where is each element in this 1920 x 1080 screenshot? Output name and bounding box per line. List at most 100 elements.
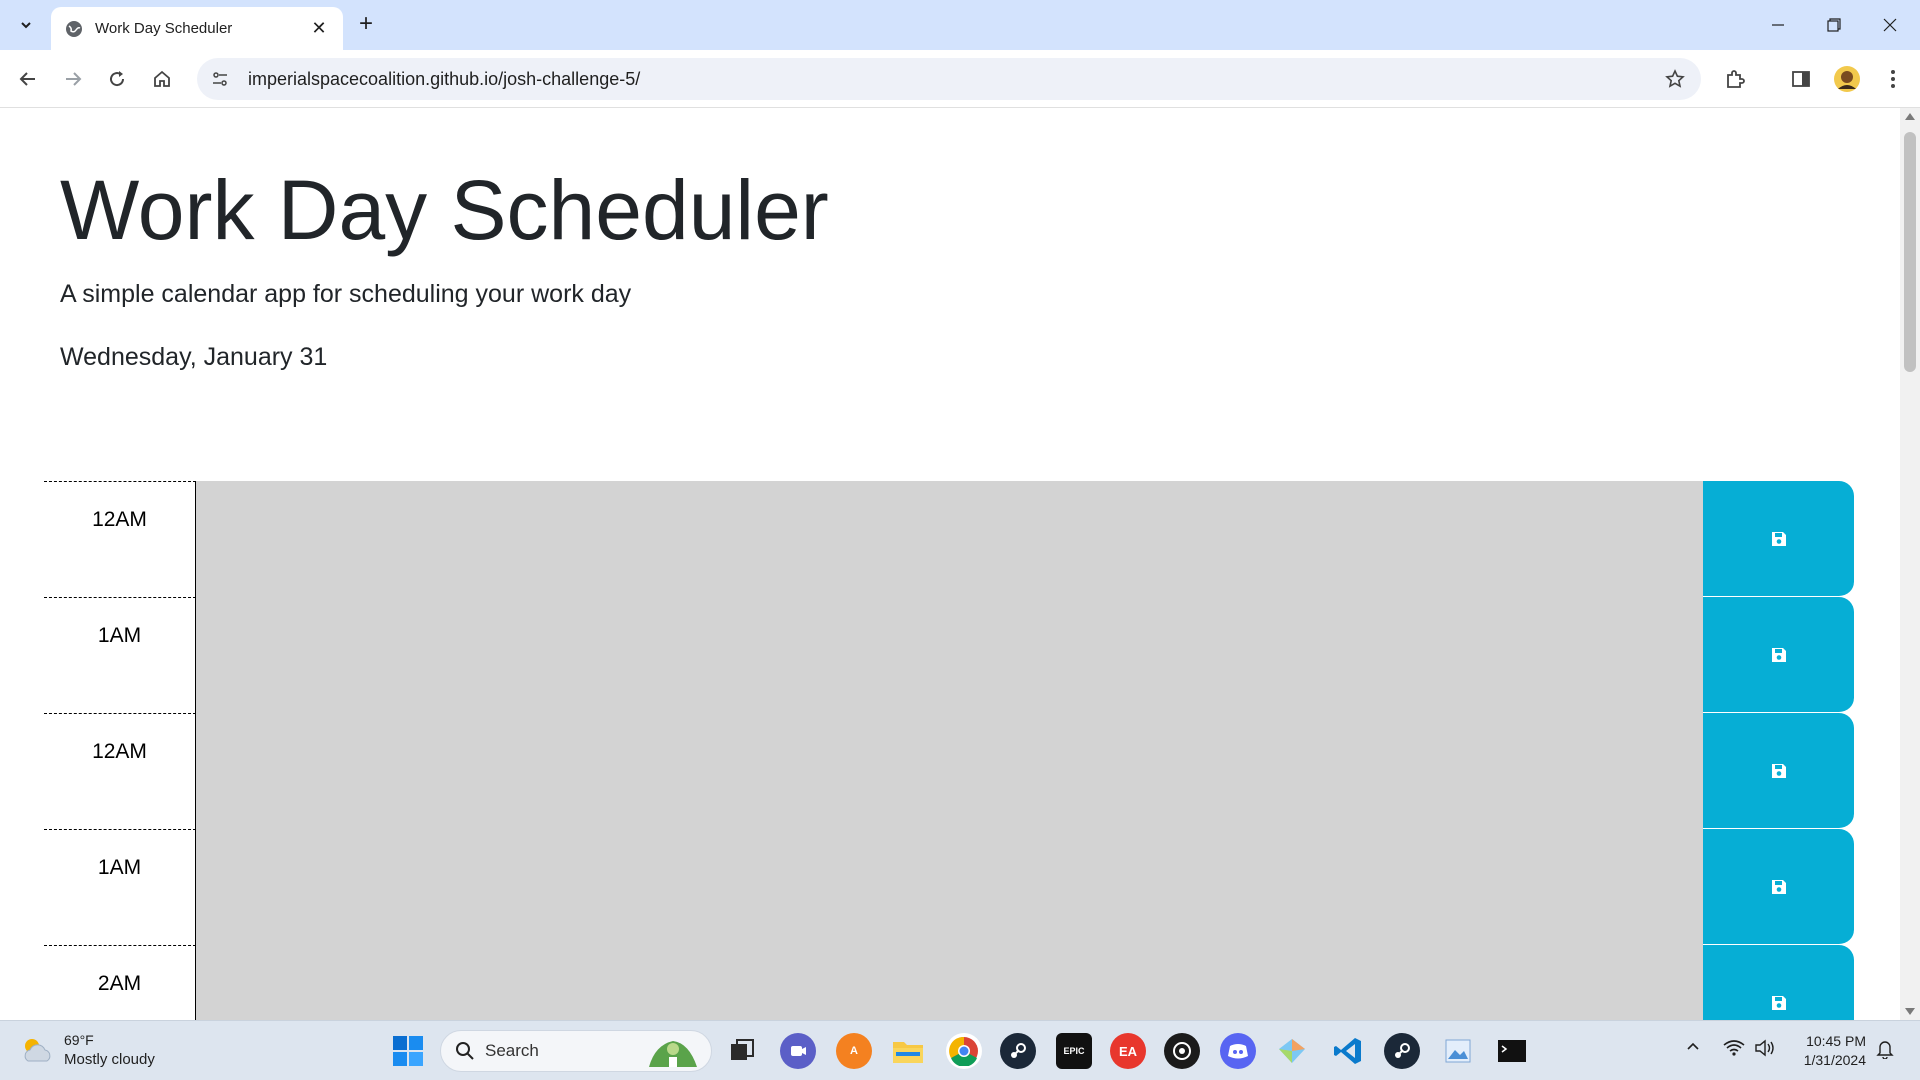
home-icon bbox=[154, 70, 170, 87]
floppy-disk-icon bbox=[1771, 879, 1786, 894]
page-scrollbar[interactable] bbox=[1900, 108, 1920, 1020]
time-block-row: 1AM bbox=[44, 597, 1854, 713]
save-button[interactable] bbox=[1703, 597, 1854, 713]
tab-search-button[interactable] bbox=[9, 9, 43, 41]
save-button[interactable] bbox=[1703, 481, 1854, 597]
browser-tab[interactable]: Work Day Scheduler ✕ bbox=[51, 7, 343, 50]
show-hidden-icons-chevron-icon[interactable] bbox=[1686, 1039, 1700, 1058]
weather-temperature: 69°F bbox=[64, 1032, 94, 1048]
scroll-down-arrow-icon[interactable] bbox=[1905, 1008, 1915, 1015]
search-highlight-icon bbox=[649, 1041, 697, 1067]
taskbar-search[interactable]: Search bbox=[440, 1030, 712, 1072]
weather-condition: Mostly cloudy bbox=[64, 1051, 155, 1068]
clock-time: 10:45 PM bbox=[1806, 1033, 1866, 1049]
search-label: Search bbox=[485, 1041, 539, 1060]
time-block-list: 12AM 1AM 12AM 1AM 2AM bbox=[44, 481, 1854, 1020]
floppy-disk-icon bbox=[1771, 763, 1786, 778]
browser-toolbar: imperialspacecoalition.github.io/josh-ch… bbox=[0, 50, 1920, 108]
file-explorer-icon[interactable] bbox=[890, 1033, 926, 1069]
hour-label: 1AM bbox=[44, 597, 196, 713]
page-title: Work Day Scheduler bbox=[60, 163, 829, 257]
wifi-icon[interactable] bbox=[1723, 1039, 1745, 1062]
volume-icon[interactable] bbox=[1754, 1039, 1776, 1062]
event-description-input[interactable] bbox=[196, 829, 1703, 945]
search-icon bbox=[456, 1042, 474, 1060]
epic-games-icon[interactable]: EPIC bbox=[1056, 1033, 1092, 1069]
event-description-input[interactable] bbox=[196, 597, 1703, 713]
vscode-icon[interactable] bbox=[1330, 1033, 1366, 1069]
new-tab-button[interactable]: + bbox=[352, 10, 380, 38]
steam-icon[interactable] bbox=[1000, 1033, 1036, 1069]
event-description-input[interactable] bbox=[196, 481, 1703, 597]
restore-button[interactable] bbox=[1806, 0, 1862, 50]
start-button[interactable] bbox=[392, 1035, 424, 1072]
image-viewer-icon[interactable] bbox=[1440, 1033, 1476, 1069]
time-block-row: 12AM bbox=[44, 481, 1854, 597]
discord-icon[interactable] bbox=[1220, 1033, 1256, 1069]
reload-icon bbox=[110, 71, 125, 87]
notification-bell-icon[interactable] bbox=[1876, 1039, 1894, 1064]
time-block-row: 12AM bbox=[44, 713, 1854, 829]
chevron-down-icon bbox=[21, 22, 31, 29]
bookmark-star-icon[interactable] bbox=[1663, 67, 1687, 91]
task-view-icon[interactable] bbox=[724, 1033, 760, 1069]
floppy-disk-icon bbox=[1771, 647, 1786, 662]
floppy-disk-icon bbox=[1771, 995, 1786, 1010]
hour-label: 12AM bbox=[44, 713, 196, 829]
minimize-button[interactable] bbox=[1750, 0, 1806, 50]
teams-chat-icon[interactable] bbox=[780, 1033, 816, 1069]
side-panel-button[interactable] bbox=[1783, 61, 1819, 97]
save-button[interactable] bbox=[1703, 829, 1854, 945]
side-panel-icon bbox=[1792, 71, 1810, 87]
tab-title: Work Day Scheduler bbox=[95, 20, 233, 37]
site-info-icon[interactable] bbox=[205, 64, 235, 94]
gem-app-icon[interactable] bbox=[1274, 1033, 1310, 1069]
back-button[interactable] bbox=[10, 61, 46, 97]
time-block-row: 2AM bbox=[44, 945, 1854, 1020]
floppy-disk-icon bbox=[1771, 531, 1786, 546]
scroll-up-arrow-icon[interactable] bbox=[1905, 113, 1915, 120]
avatar-icon bbox=[1834, 66, 1860, 92]
system-clock[interactable]: 10:45 PM 1/31/2024 bbox=[1796, 1032, 1866, 1070]
scrollbar-thumb[interactable] bbox=[1904, 132, 1916, 372]
browser-menu-button[interactable] bbox=[1875, 61, 1911, 97]
current-day: Wednesday, January 31 bbox=[60, 343, 328, 371]
avast-icon[interactable]: A bbox=[836, 1033, 872, 1069]
event-description-input[interactable] bbox=[196, 945, 1703, 1020]
chrome-icon[interactable] bbox=[946, 1033, 982, 1069]
close-window-button[interactable] bbox=[1862, 0, 1918, 50]
address-bar[interactable]: imperialspacecoalition.github.io/josh-ch… bbox=[197, 58, 1701, 100]
puzzle-icon bbox=[1727, 70, 1745, 88]
hour-label: 1AM bbox=[44, 829, 196, 945]
minimize-icon bbox=[1772, 24, 1784, 26]
forward-button[interactable] bbox=[55, 61, 91, 97]
arrow-left-icon bbox=[19, 72, 35, 86]
globe-icon bbox=[66, 20, 82, 37]
kebab-menu-icon bbox=[1891, 70, 1895, 88]
home-button[interactable] bbox=[144, 61, 180, 97]
clock-date: 1/31/2024 bbox=[1803, 1052, 1866, 1068]
hour-label: 2AM bbox=[44, 945, 196, 1020]
time-block-row: 1AM bbox=[44, 829, 1854, 945]
save-button[interactable] bbox=[1703, 713, 1854, 829]
weather-widget[interactable]: 69°F Mostly cloudy bbox=[20, 1031, 155, 1069]
windows-logo-icon bbox=[393, 1036, 423, 1066]
restore-icon bbox=[1827, 18, 1841, 32]
reload-button[interactable] bbox=[99, 61, 135, 97]
close-tab-icon[interactable]: ✕ bbox=[307, 17, 331, 41]
profile-avatar[interactable] bbox=[1829, 61, 1865, 97]
arrow-right-icon bbox=[66, 72, 82, 86]
cloudy-weather-icon bbox=[24, 1039, 51, 1062]
steam-alt-icon[interactable] bbox=[1384, 1033, 1420, 1069]
windows-taskbar: 69°F Mostly cloudy Search A EPIC EA 10:4… bbox=[0, 1020, 1920, 1080]
page-lead: A simple calendar app for scheduling you… bbox=[60, 280, 632, 308]
browser-tabstrip: Work Day Scheduler ✕ + bbox=[0, 0, 1920, 50]
ubisoft-icon[interactable] bbox=[1164, 1033, 1200, 1069]
url-text[interactable]: imperialspacecoalition.github.io/josh-ch… bbox=[248, 69, 640, 90]
terminal-icon[interactable] bbox=[1494, 1033, 1530, 1069]
extensions-button[interactable] bbox=[1717, 61, 1753, 97]
hour-label: 12AM bbox=[44, 481, 196, 597]
ea-app-icon[interactable]: EA bbox=[1110, 1033, 1146, 1069]
event-description-input[interactable] bbox=[196, 713, 1703, 829]
save-button[interactable] bbox=[1703, 945, 1854, 1020]
